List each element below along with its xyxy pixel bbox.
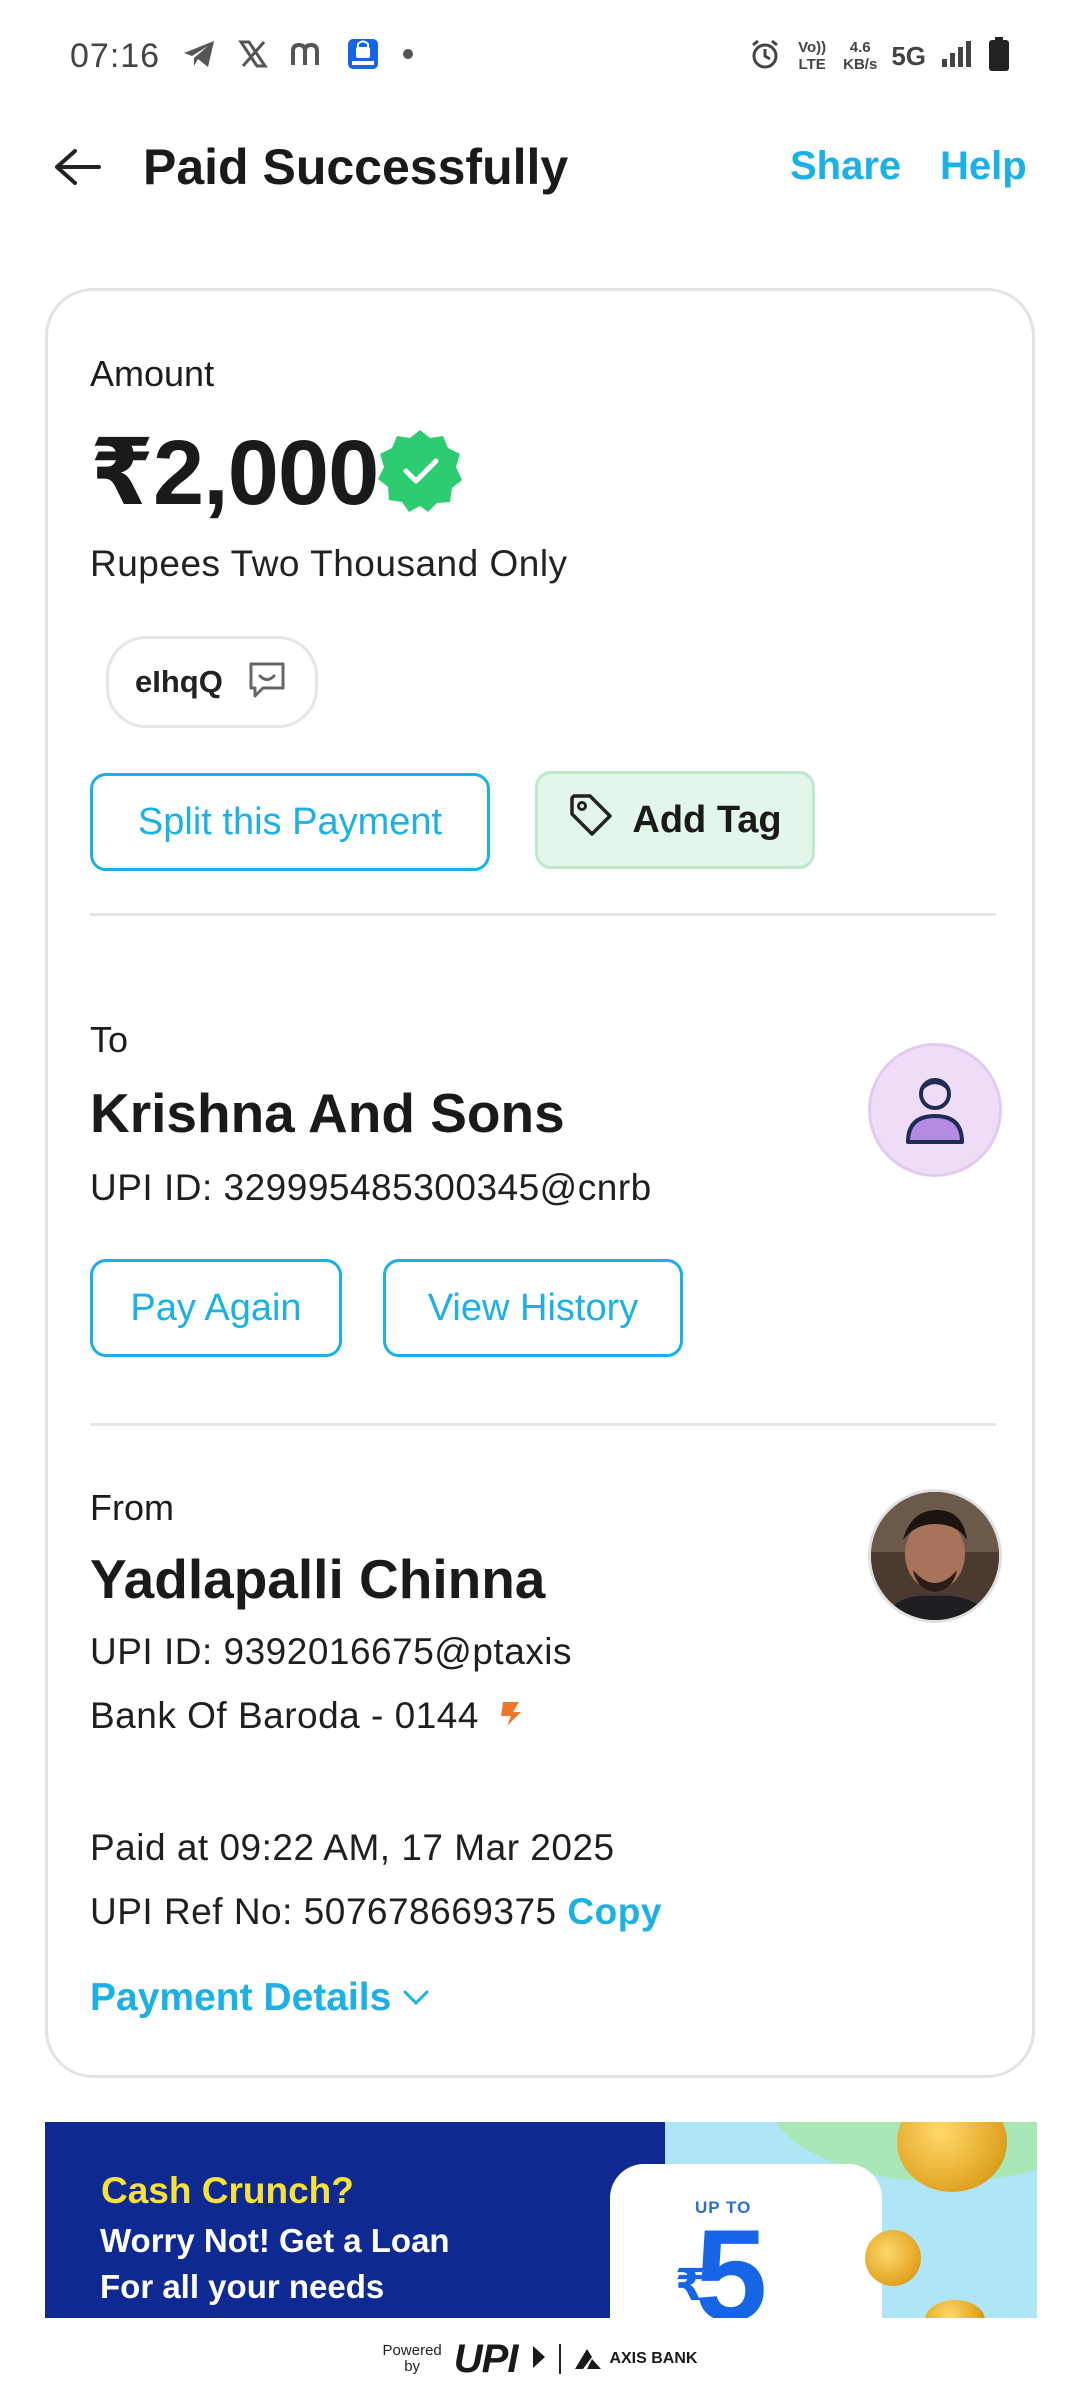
banner-line-1: Worry Not! Get a Loan: [100, 2222, 450, 2259]
payee-upi-id: UPI ID: 329995485300345@cnrb: [90, 1167, 652, 1208]
view-history-button[interactable]: View History: [383, 1259, 683, 1357]
x-icon: [238, 39, 268, 74]
payment-details-toggle[interactable]: Payment Details: [90, 1976, 429, 2020]
banner-amount: 5: [695, 2202, 768, 2318]
pay-again-button[interactable]: Pay Again: [90, 1259, 342, 1357]
back-button[interactable]: [50, 140, 104, 194]
banner-title: Cash Crunch?: [101, 2170, 354, 2211]
upi-logo: UPI: [453, 2336, 519, 2381]
banner-line-2: For all your needs: [100, 2268, 385, 2305]
header: Paid Successfully Share Help: [0, 112, 1080, 222]
paid-at: Paid at 09:22 AM, 17 Mar 2025: [90, 1827, 615, 1868]
payer-name: Yadlapalli Chinna: [90, 1548, 546, 1610]
status-bar: 07:16 Vo)) LTE 4.6 KB/s 5G: [0, 0, 1080, 112]
network-type: 5G: [891, 40, 926, 71]
message-icon: [247, 660, 287, 705]
notification-icons: [182, 37, 414, 76]
signal-icon: [940, 39, 974, 74]
share-button[interactable]: Share: [790, 144, 901, 189]
tag-icon: [568, 792, 614, 848]
battery-icon: [988, 36, 1010, 77]
help-button[interactable]: Help: [940, 144, 1027, 189]
add-tag-label: Add Tag: [632, 798, 782, 841]
bank-account-label: Bank Of Baroda - 0144: [90, 1695, 479, 1736]
amount-label: Amount: [90, 353, 215, 394]
status-time: 07:16: [70, 36, 161, 75]
copy-ref-button[interactable]: Copy: [567, 1891, 662, 1932]
to-label: To: [90, 1019, 129, 1060]
footer: Powered by UPI AXIS BANK: [0, 2318, 1080, 2400]
powered-text: Powered: [382, 2342, 442, 2359]
axis-bank-icon: [575, 2349, 602, 2369]
network-speed: 4.6 KB/s: [843, 39, 877, 73]
split-payment-button[interactable]: Split this Payment: [90, 773, 490, 871]
telegram-icon: [182, 39, 216, 74]
divider: [90, 913, 996, 916]
loan-promo-banner[interactable]: Cash Crunch? Worry Not! Get a Loan For a…: [45, 2122, 1037, 2318]
axis-bank-logo: AXIS BANK: [573, 2347, 697, 2371]
m-app-icon: [290, 41, 324, 72]
payee-name: Krishna And Sons: [90, 1082, 565, 1144]
volte-label: Vo)) LTE: [798, 39, 827, 73]
add-tag-button[interactable]: Add Tag: [535, 771, 815, 869]
note-text: eIhqQ: [135, 664, 223, 699]
from-label: From: [90, 1487, 174, 1528]
network-speed-value: 4.6: [849, 39, 871, 56]
back-arrow-icon: [55, 149, 101, 185]
divider: [90, 1423, 996, 1426]
powered-by: Powered by: [383, 2343, 442, 2375]
alarm-icon: [749, 38, 781, 75]
profile-photo-icon: [871, 1492, 999, 1620]
lock-app-icon: [346, 37, 380, 76]
upi-ref: UPI Ref No: 507678669375 Copy: [90, 1891, 662, 1933]
payment-details-label: Payment Details: [90, 1976, 392, 2019]
verified-check-icon: [378, 428, 462, 512]
bank-of-baroda-icon: [497, 1695, 527, 1737]
person-icon: [906, 1078, 964, 1144]
amount-in-words: Rupees Two Thousand Only: [90, 543, 568, 584]
upi-arrow-icon: [529, 2344, 547, 2375]
chevron-down-icon: [403, 1990, 429, 2006]
payer-bank: Bank Of Baroda - 0144: [90, 1695, 527, 1737]
axis-bank-text: AXIS BANK: [609, 2350, 698, 2367]
page-title: Paid Successfully: [143, 139, 569, 195]
payer-upi-id: UPI ID: 9392016675@ptaxis: [90, 1631, 573, 1672]
coin-icon: [865, 2230, 921, 2286]
payment-card: Amount ₹2,000 Rupees Two Thousand Only e…: [45, 288, 1035, 2078]
network-speed-unit: KB/s: [843, 56, 878, 73]
payer-avatar: [868, 1489, 1002, 1623]
amount-value: ₹2,000: [90, 422, 379, 524]
upi-ref-number: UPI Ref No: 507678669375: [90, 1891, 557, 1932]
dot-icon: [402, 47, 414, 65]
payment-note[interactable]: eIhqQ: [106, 636, 318, 728]
by-text: by: [404, 2358, 421, 2375]
system-icons: Vo)) LTE 4.6 KB/s 5G: [749, 36, 1010, 77]
payee-avatar: [868, 1043, 1002, 1177]
footer-separator: [559, 2344, 562, 2374]
